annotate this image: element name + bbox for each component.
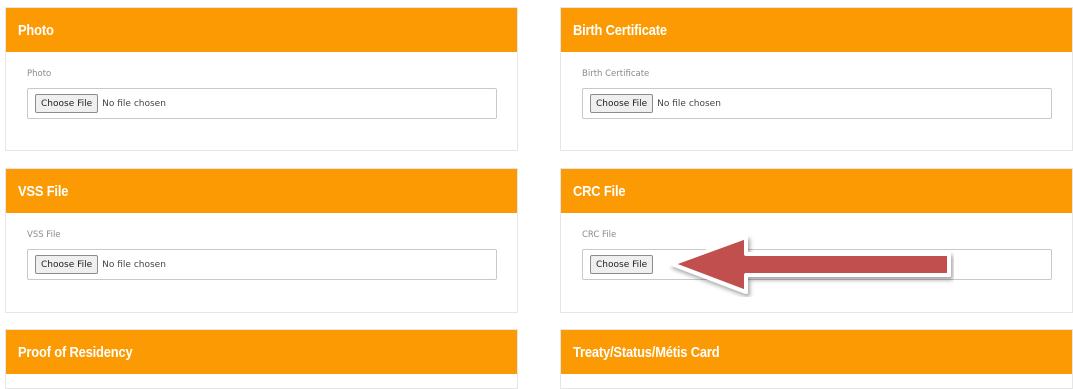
- photo-choose-file-button[interactable]: Choose File: [35, 94, 99, 113]
- red-arrow-annotation-icon: [670, 235, 951, 294]
- birth-certificate-card-title: Birth Certificate: [573, 21, 667, 39]
- treaty-status-metis-card-title: Treaty/Status/Métis Card: [573, 343, 720, 361]
- vss-file-card-header: VSS File: [6, 169, 517, 213]
- crc-file-card-header: CRC File: [561, 169, 1072, 213]
- arrow-shape: [670, 235, 951, 294]
- vss-file-field-label: VSS File: [27, 230, 61, 240]
- crc-file-card-title: CRC File: [573, 182, 626, 200]
- vss-file-input[interactable]: Choose File No file chosen: [27, 249, 497, 280]
- birth-certificate-field-label: Birth Certificate: [582, 69, 650, 79]
- birth-certificate-card-header: Birth Certificate: [561, 8, 1072, 52]
- treaty-status-metis-card: Treaty/Status/Métis Card: [560, 329, 1073, 389]
- vss-file-card-title: VSS File: [18, 182, 69, 200]
- photo-card-header: Photo: [6, 8, 517, 52]
- vss-file-card: VSS File VSS File Choose File No file ch…: [5, 168, 518, 313]
- birth-certificate-file-input[interactable]: Choose File No file chosen: [582, 88, 1052, 119]
- photo-field-label: Photo: [27, 69, 52, 79]
- photo-card: Photo Photo Choose File No file chosen: [5, 7, 518, 151]
- treaty-status-metis-card-header: Treaty/Status/Métis Card: [561, 330, 1072, 374]
- proof-of-residency-card-title: Proof of Residency: [18, 343, 133, 361]
- birth-certificate-file-status: No file chosen: [657, 98, 721, 109]
- proof-of-residency-card: Proof of Residency: [5, 329, 518, 389]
- crc-choose-file-button[interactable]: Choose File: [590, 255, 654, 274]
- vss-choose-file-button[interactable]: Choose File: [35, 255, 99, 274]
- vss-file-status: No file chosen: [102, 259, 166, 270]
- photo-file-status: No file chosen: [102, 98, 166, 109]
- birth-certificate-card: Birth Certificate Birth Certificate Choo…: [560, 7, 1073, 151]
- birth-certificate-choose-file-button[interactable]: Choose File: [590, 94, 654, 113]
- photo-card-title: Photo: [18, 21, 54, 39]
- proof-of-residency-card-header: Proof of Residency: [6, 330, 517, 374]
- photo-file-input[interactable]: Choose File No file chosen: [27, 88, 497, 119]
